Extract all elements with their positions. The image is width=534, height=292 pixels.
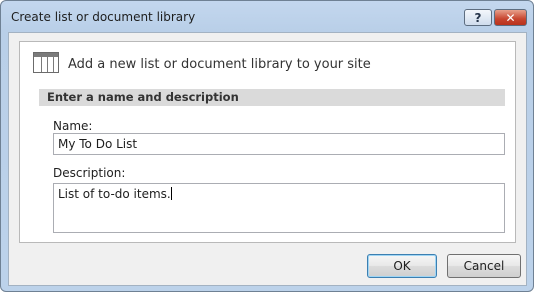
close-icon: ✕: [505, 10, 516, 25]
name-label: Name:: [53, 119, 93, 133]
name-input[interactable]: My To Do List: [53, 133, 505, 155]
description-label: Description:: [53, 166, 126, 180]
title-bar[interactable]: Create list or document library ? ✕: [1, 1, 533, 31]
ok-button[interactable]: OK: [367, 254, 437, 278]
help-button[interactable]: ?: [464, 9, 492, 26]
dialog-window: Create list or document library ? ✕ Add …: [0, 0, 534, 292]
dialog-content: Add a new list or document library to yo…: [8, 32, 527, 286]
close-button[interactable]: ✕: [494, 9, 527, 26]
help-icon: ?: [474, 10, 482, 25]
description-input-value: List of to-do items.: [58, 187, 171, 201]
cancel-button[interactable]: Cancel: [447, 254, 521, 278]
dialog-title: Create list or document library: [11, 10, 196, 24]
text-caret: [170, 187, 172, 200]
description-input[interactable]: List of to-do items.: [53, 183, 505, 233]
section-header: Enter a name and description: [39, 89, 505, 106]
list-icon: [33, 52, 59, 73]
name-input-value: My To Do List: [58, 137, 138, 151]
form-panel: Add a new list or document library to yo…: [19, 41, 516, 243]
panel-heading: Add a new list or document library to yo…: [68, 57, 371, 72]
